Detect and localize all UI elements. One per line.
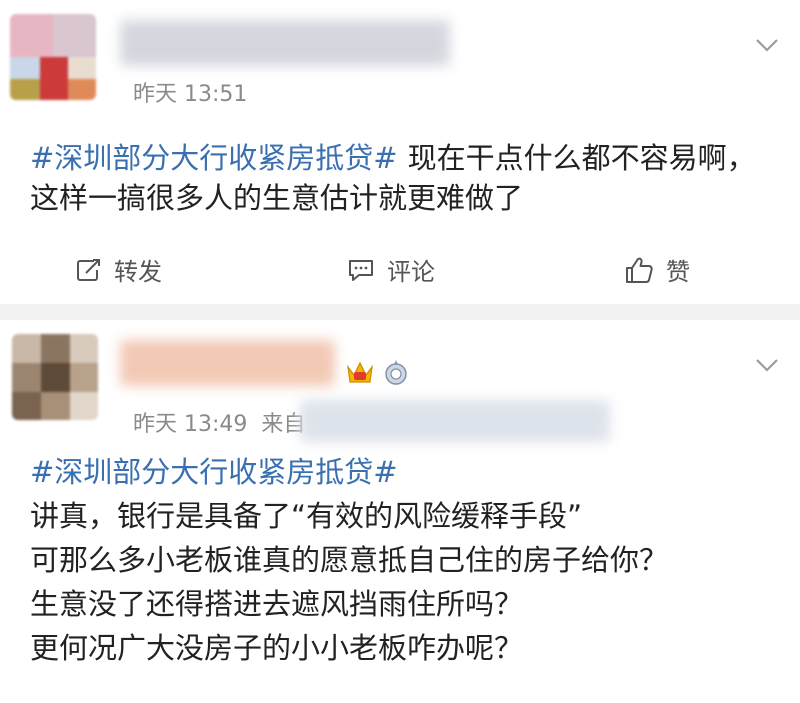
member-badge-icon[interactable]: [382, 358, 410, 386]
comment-label: 评论: [387, 258, 435, 286]
chevron-down-icon[interactable]: [754, 36, 780, 54]
topic-link[interactable]: #深圳部分大行收紧房抵贷#: [30, 455, 398, 489]
source-blurred[interactable]: [300, 400, 610, 442]
weibo-post: 昨天 13:51 #深圳部分大行收紧房抵贷# 现在干点什么都不容易啊，这样一搞很多…: [0, 0, 800, 304]
username-blurred[interactable]: [120, 340, 335, 386]
weibo-post: 昨天 13:49 来自 #深圳部分大行收紧房抵贷# 讲真，银行是具备了“有效的风险…: [0, 320, 800, 703]
chevron-down-icon[interactable]: [754, 356, 780, 374]
post-time: 昨天 13:49 来自: [133, 406, 305, 438]
vip-crown-icon[interactable]: [345, 358, 375, 386]
source-prefix: 来自: [261, 412, 306, 437]
post-time-value: 昨天 13:49: [133, 412, 248, 437]
post-content: #深圳部分大行收紧房抵贷# 讲真，银行是具备了“有效的风险缓释手段” 可那么多小…: [30, 450, 770, 670]
username-blurred[interactable]: [120, 20, 450, 66]
post-line: 可那么多小老板谁真的愿意抵自己住的房子给你？: [30, 543, 669, 577]
topic-link[interactable]: #深圳部分大行收紧房抵贷#: [30, 141, 398, 175]
like-label: 赞: [666, 258, 690, 286]
repost-label: 转发: [114, 258, 162, 286]
post-time: 昨天 13:51: [133, 82, 248, 107]
post-line: 讲真，银行是具备了“有效的风险缓释手段”: [30, 499, 583, 533]
post-line: 生意没了还得搭进去遮风挡雨住所吗？: [30, 587, 524, 621]
repost-button[interactable]: 转发: [76, 252, 162, 287]
avatar[interactable]: [10, 14, 96, 100]
action-bar: 转发 评论 赞: [0, 244, 800, 294]
like-button[interactable]: 赞: [624, 252, 690, 287]
post-content: #深圳部分大行收紧房抵贷# 现在干点什么都不容易啊，这样一搞很多人的生意估计就更难…: [30, 138, 770, 218]
avatar[interactable]: [12, 334, 98, 420]
like-icon: [626, 257, 653, 283]
post-line: 更何况广大没房子的小小老板咋办呢？: [30, 631, 524, 665]
comment-icon: [349, 259, 373, 281]
comment-button[interactable]: 评论: [347, 252, 435, 287]
repost-icon: [77, 258, 100, 281]
